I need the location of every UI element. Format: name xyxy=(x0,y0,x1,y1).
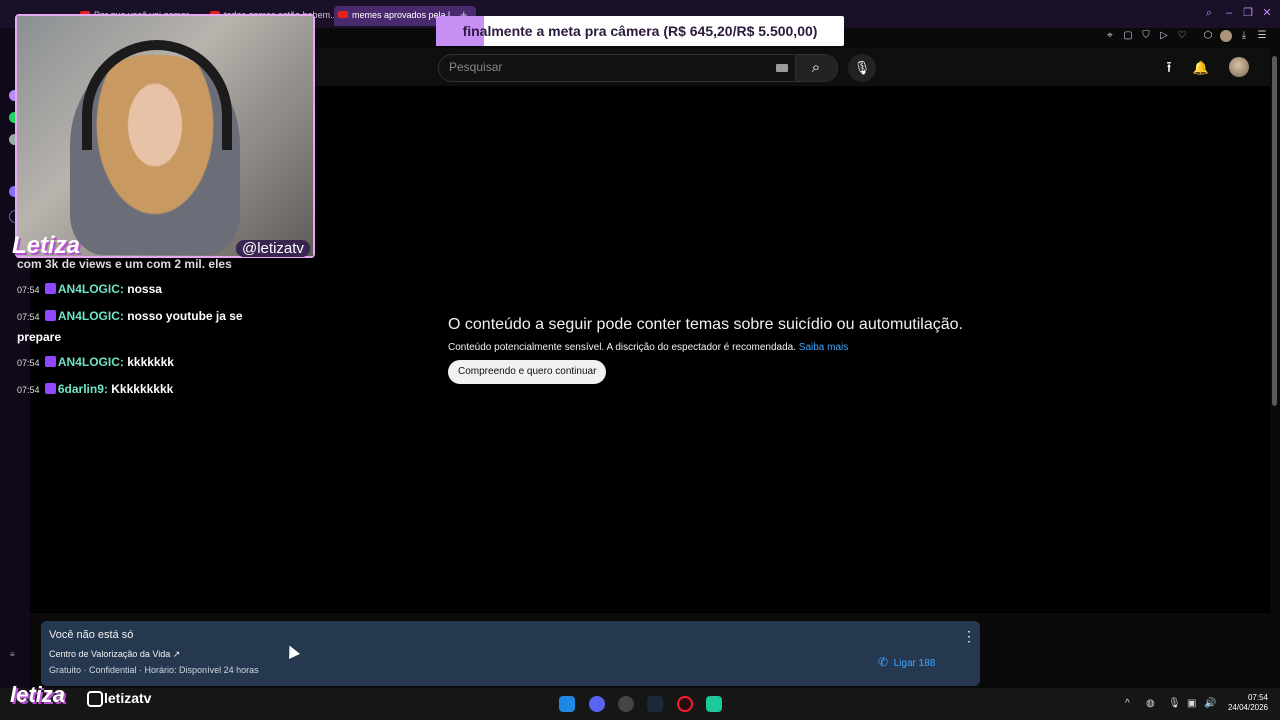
warning-subtitle: Conteúdo potencialmente sensível. A disc… xyxy=(448,342,849,353)
close-icon[interactable]: ✕ xyxy=(1262,8,1272,19)
maximize-icon[interactable]: ❐ xyxy=(1243,8,1253,19)
continue-button[interactable]: Compreendo e quero continuar xyxy=(448,360,607,384)
play-icon[interactable]: ▷ xyxy=(1158,30,1170,42)
discord-icon[interactable] xyxy=(589,696,605,712)
download-icon[interactable]: ⤓ xyxy=(1238,30,1250,42)
upload-icon[interactable]: ⭱ xyxy=(1160,59,1178,77)
chat-partial-line: com 3k de views e um com 2 mil. eles xyxy=(17,257,232,270)
twitch-badge-icon xyxy=(44,310,56,321)
help-meta: Gratuito · Confidential · Horário: Dispo… xyxy=(49,665,259,675)
tray-app-icon[interactable]: ◍ xyxy=(1146,698,1155,709)
learn-more-link[interactable]: Saiba mais xyxy=(799,342,848,353)
volume-icon[interactable]: 🔊 xyxy=(1204,698,1216,709)
twitch-badge-icon xyxy=(44,356,56,367)
minimize-icon[interactable]: – xyxy=(1224,8,1234,19)
profile-icon[interactable] xyxy=(1220,30,1232,42)
chat-message: 07:54 AN4LOGIC: kkkkkkk xyxy=(17,355,174,369)
goal-text: finalmente a meta pra câmera (R$ 645,20/… xyxy=(462,23,818,39)
steam-icon[interactable] xyxy=(647,696,663,712)
help-title: Você não está só xyxy=(49,629,134,641)
keyboard-icon[interactable] xyxy=(776,64,788,72)
instagram-handle: letizatv xyxy=(104,690,152,706)
obs-icon[interactable] xyxy=(618,696,634,712)
snapshot-icon[interactable]: ▢ xyxy=(1122,30,1134,42)
chat-message: 07:54 AN4LOGIC: nossa xyxy=(17,282,162,296)
app-icon[interactable] xyxy=(706,696,722,712)
microphone-icon[interactable]: 🎙 xyxy=(1168,698,1181,709)
microphone-icon: 🎙 xyxy=(853,60,871,75)
phone-icon: ✆ xyxy=(878,655,889,669)
taskbar xyxy=(0,688,1280,720)
overlay-logo: letiza xyxy=(10,682,66,707)
menu-icon[interactable]: ☰ xyxy=(1256,30,1268,42)
clock[interactable]: 07:54 24/04/2026 xyxy=(1226,693,1268,713)
extension-toolbar: ⌖ ▢ ⛉ ▷ ♡ ⬡ ⤓ ☰ xyxy=(1100,28,1280,46)
avatar[interactable] xyxy=(1229,57,1249,77)
twitch-badge-icon xyxy=(44,383,56,394)
instagram-icon xyxy=(87,691,103,707)
search-icon: ⌕ xyxy=(811,59,821,76)
twitch-badge-icon xyxy=(44,283,56,294)
pin-icon[interactable]: ⌖ xyxy=(1104,30,1116,42)
search-placeholder: Pesquisar xyxy=(449,60,503,74)
warning-title: O conteúdo a seguir pode conter temas so… xyxy=(448,316,963,333)
bell-icon[interactable]: 🔔 xyxy=(1192,59,1210,77)
call-button[interactable]: ✆ Ligar 188 xyxy=(878,655,935,669)
opera-icon[interactable] xyxy=(677,696,693,712)
network-icon[interactable]: ▣ xyxy=(1187,698,1196,709)
help-org-link[interactable]: Centro de Valorização da Vida ↗ xyxy=(49,649,180,660)
more-options-icon[interactable]: ⋮ xyxy=(962,628,976,645)
voice-search-button[interactable]: 🎙 xyxy=(848,54,876,82)
shield-icon[interactable]: ⛉ xyxy=(1140,30,1152,42)
extensions-icon[interactable]: ⬡ xyxy=(1202,30,1214,42)
windows-start-icon[interactable] xyxy=(559,696,575,712)
scrollbar[interactable] xyxy=(1272,56,1277,406)
search-tabs-icon[interactable]: ⌕ xyxy=(1204,8,1214,19)
chevron-up-icon[interactable]: ^ xyxy=(1125,698,1130,709)
chat-message: 07:54 6darlin9: Kkkkkkkkk xyxy=(17,382,174,396)
sidebar-more-icon[interactable]: ≡ xyxy=(10,650,15,659)
help-panel xyxy=(41,621,980,686)
heart-icon[interactable]: ♡ xyxy=(1176,30,1188,42)
search-button[interactable]: ⌕ xyxy=(796,54,838,82)
chat-message: 07:54 AN4LOGIC: nosso youtube ja se prep… xyxy=(17,309,243,344)
youtube-icon xyxy=(338,11,348,18)
